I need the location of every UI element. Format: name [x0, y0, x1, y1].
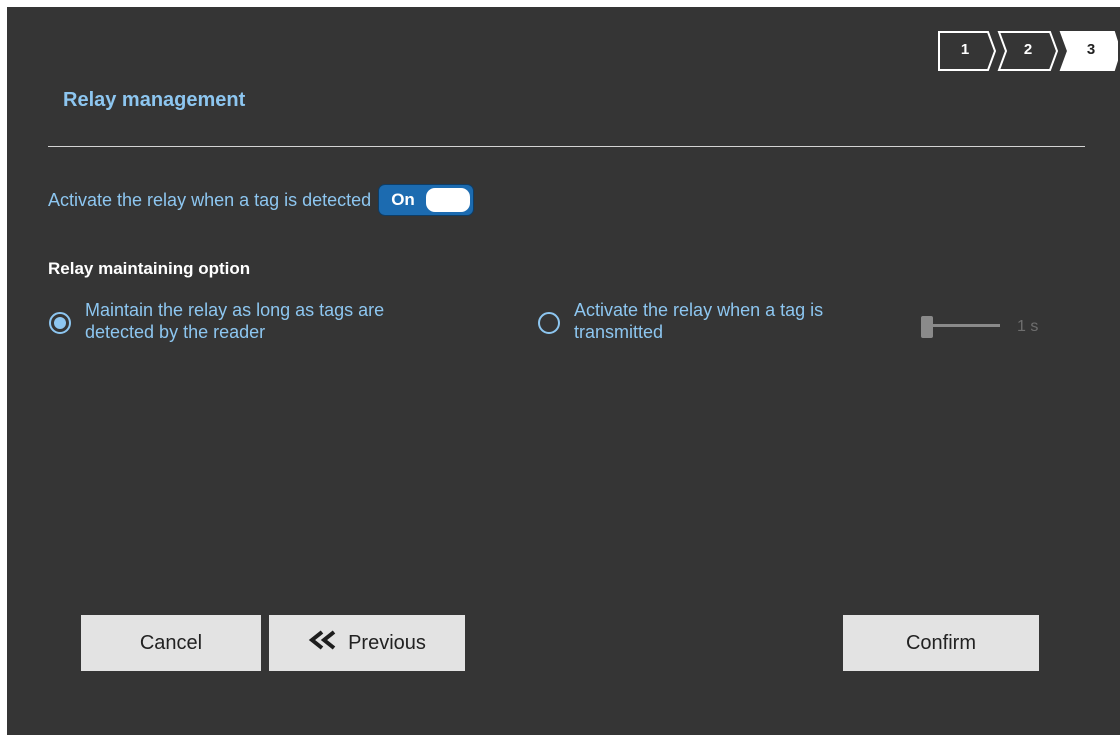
toggle-knob: [426, 188, 471, 212]
step-3-number: 3: [1086, 41, 1096, 58]
step-1-number: 1: [960, 41, 970, 58]
duration-slider[interactable]: [920, 313, 1002, 339]
maintain-relay-label: Maintain the relay as long as tags are d…: [85, 299, 384, 343]
activate-on-transmit-radio[interactable]: [538, 312, 560, 334]
toggle-on-label: On: [391, 190, 415, 209]
double-chevron-left-icon: [308, 630, 338, 656]
activate-relay-toggle[interactable]: On: [378, 184, 475, 216]
activate-on-transmit-option[interactable]: Activate the relay when a tag is transmi…: [538, 299, 823, 343]
previous-button-label: Previous: [348, 631, 426, 654]
cancel-button-label: Cancel: [139, 631, 203, 654]
activate-relay-label: Activate the relay when a tag is detecte…: [48, 189, 372, 210]
title-divider: [48, 146, 1085, 147]
slider-thumb[interactable]: [921, 316, 933, 338]
page-title: Relay management: [63, 89, 246, 111]
confirm-button[interactable]: Confirm: [843, 615, 1039, 671]
cancel-button[interactable]: Cancel: [81, 615, 261, 671]
activate-on-transmit-label-line2: transmitted: [574, 322, 664, 342]
wizard-stepper: 1 2 3: [938, 31, 1118, 71]
maintain-relay-label-line2: detected by the reader: [85, 322, 266, 342]
slider-track: [924, 324, 1000, 327]
maintain-relay-radio[interactable]: [49, 312, 71, 334]
previous-button[interactable]: Previous: [269, 615, 465, 671]
maintain-relay-option[interactable]: Maintain the relay as long as tags are d…: [49, 299, 384, 343]
dialog-panel: 1 2 3 Relay management Activate the rela…: [7, 7, 1120, 735]
maintain-relay-label-line1: Maintain the relay as long as tags are: [85, 300, 385, 320]
step-2-number: 2: [1023, 41, 1033, 58]
activate-relay-row: Activate the relay when a tag is detecte…: [48, 184, 475, 216]
activate-on-transmit-label-line1: Activate the relay when a tag is: [574, 300, 824, 320]
activate-on-transmit-label: Activate the relay when a tag is transmi…: [574, 299, 823, 343]
relay-maintaining-heading: Relay maintaining option: [48, 259, 251, 278]
duration-value: 1 s: [1017, 318, 1039, 335]
confirm-button-label: Confirm: [905, 631, 976, 654]
